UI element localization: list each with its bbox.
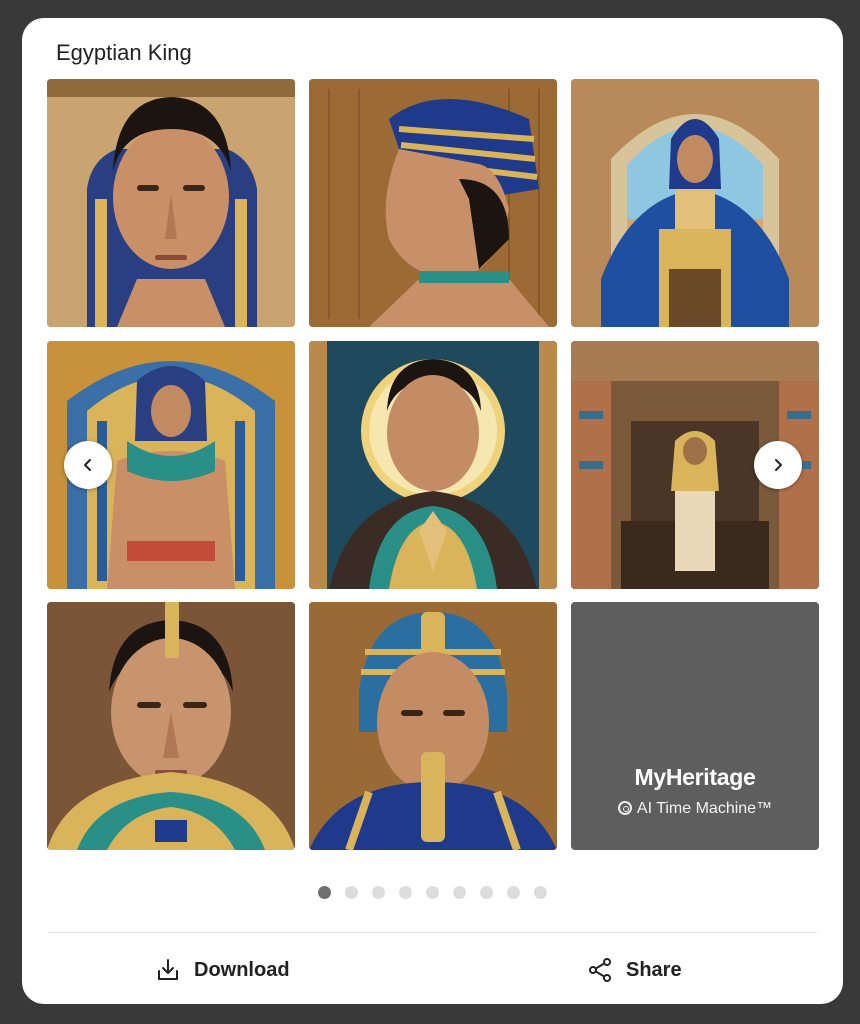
pagination-dot[interactable] <box>507 886 520 899</box>
ai-time-machine-icon <box>617 801 632 815</box>
pagination-dots <box>22 886 843 899</box>
download-icon <box>158 959 178 980</box>
download-button[interactable]: Download <box>154 954 290 986</box>
portrait-tile-2[interactable] <box>309 79 557 327</box>
brand-name: MyHeritage <box>634 764 756 790</box>
pagination-dot[interactable] <box>372 886 385 899</box>
share-label: Share <box>626 958 682 981</box>
brand-subtitle: AI Time Machine™ <box>636 800 773 817</box>
image-gallery-card: Egyptian King MyHeritage AI Time Machine… <box>22 18 843 1004</box>
pagination-dot[interactable] <box>480 886 493 899</box>
portrait-tile-1[interactable] <box>47 79 295 327</box>
portrait-image-7 <box>47 602 295 850</box>
next-button[interactable] <box>754 441 802 489</box>
share-button[interactable]: Share <box>586 954 682 986</box>
divider <box>48 932 817 933</box>
pagination-dot[interactable] <box>345 886 358 899</box>
previous-button[interactable] <box>64 441 112 489</box>
pagination-dot[interactable] <box>426 886 439 899</box>
pagination-dot[interactable] <box>453 886 466 899</box>
brand-subtitle-row: AI Time Machine™ <box>571 800 819 818</box>
portrait-image-3 <box>571 79 819 327</box>
pagination-dot[interactable] <box>318 886 331 899</box>
portrait-image-5 <box>309 341 557 589</box>
portrait-image-1 <box>47 79 295 327</box>
portrait-tile-8[interactable] <box>309 602 557 850</box>
portrait-tile-5[interactable] <box>309 341 557 589</box>
myheritage-brand-tile: MyHeritage AI Time Machine™ <box>571 602 819 850</box>
chevron-left-icon <box>84 459 91 471</box>
card-title: Egyptian King <box>56 40 192 65</box>
portrait-image-2 <box>309 79 557 327</box>
share-icon <box>589 958 611 982</box>
portrait-image-8 <box>309 602 557 850</box>
portrait-tile-3[interactable] <box>571 79 819 327</box>
pagination-dot[interactable] <box>399 886 412 899</box>
download-label: Download <box>194 958 290 981</box>
portrait-tile-7[interactable] <box>47 602 295 850</box>
chevron-right-icon <box>775 459 782 471</box>
pagination-dot[interactable] <box>534 886 547 899</box>
